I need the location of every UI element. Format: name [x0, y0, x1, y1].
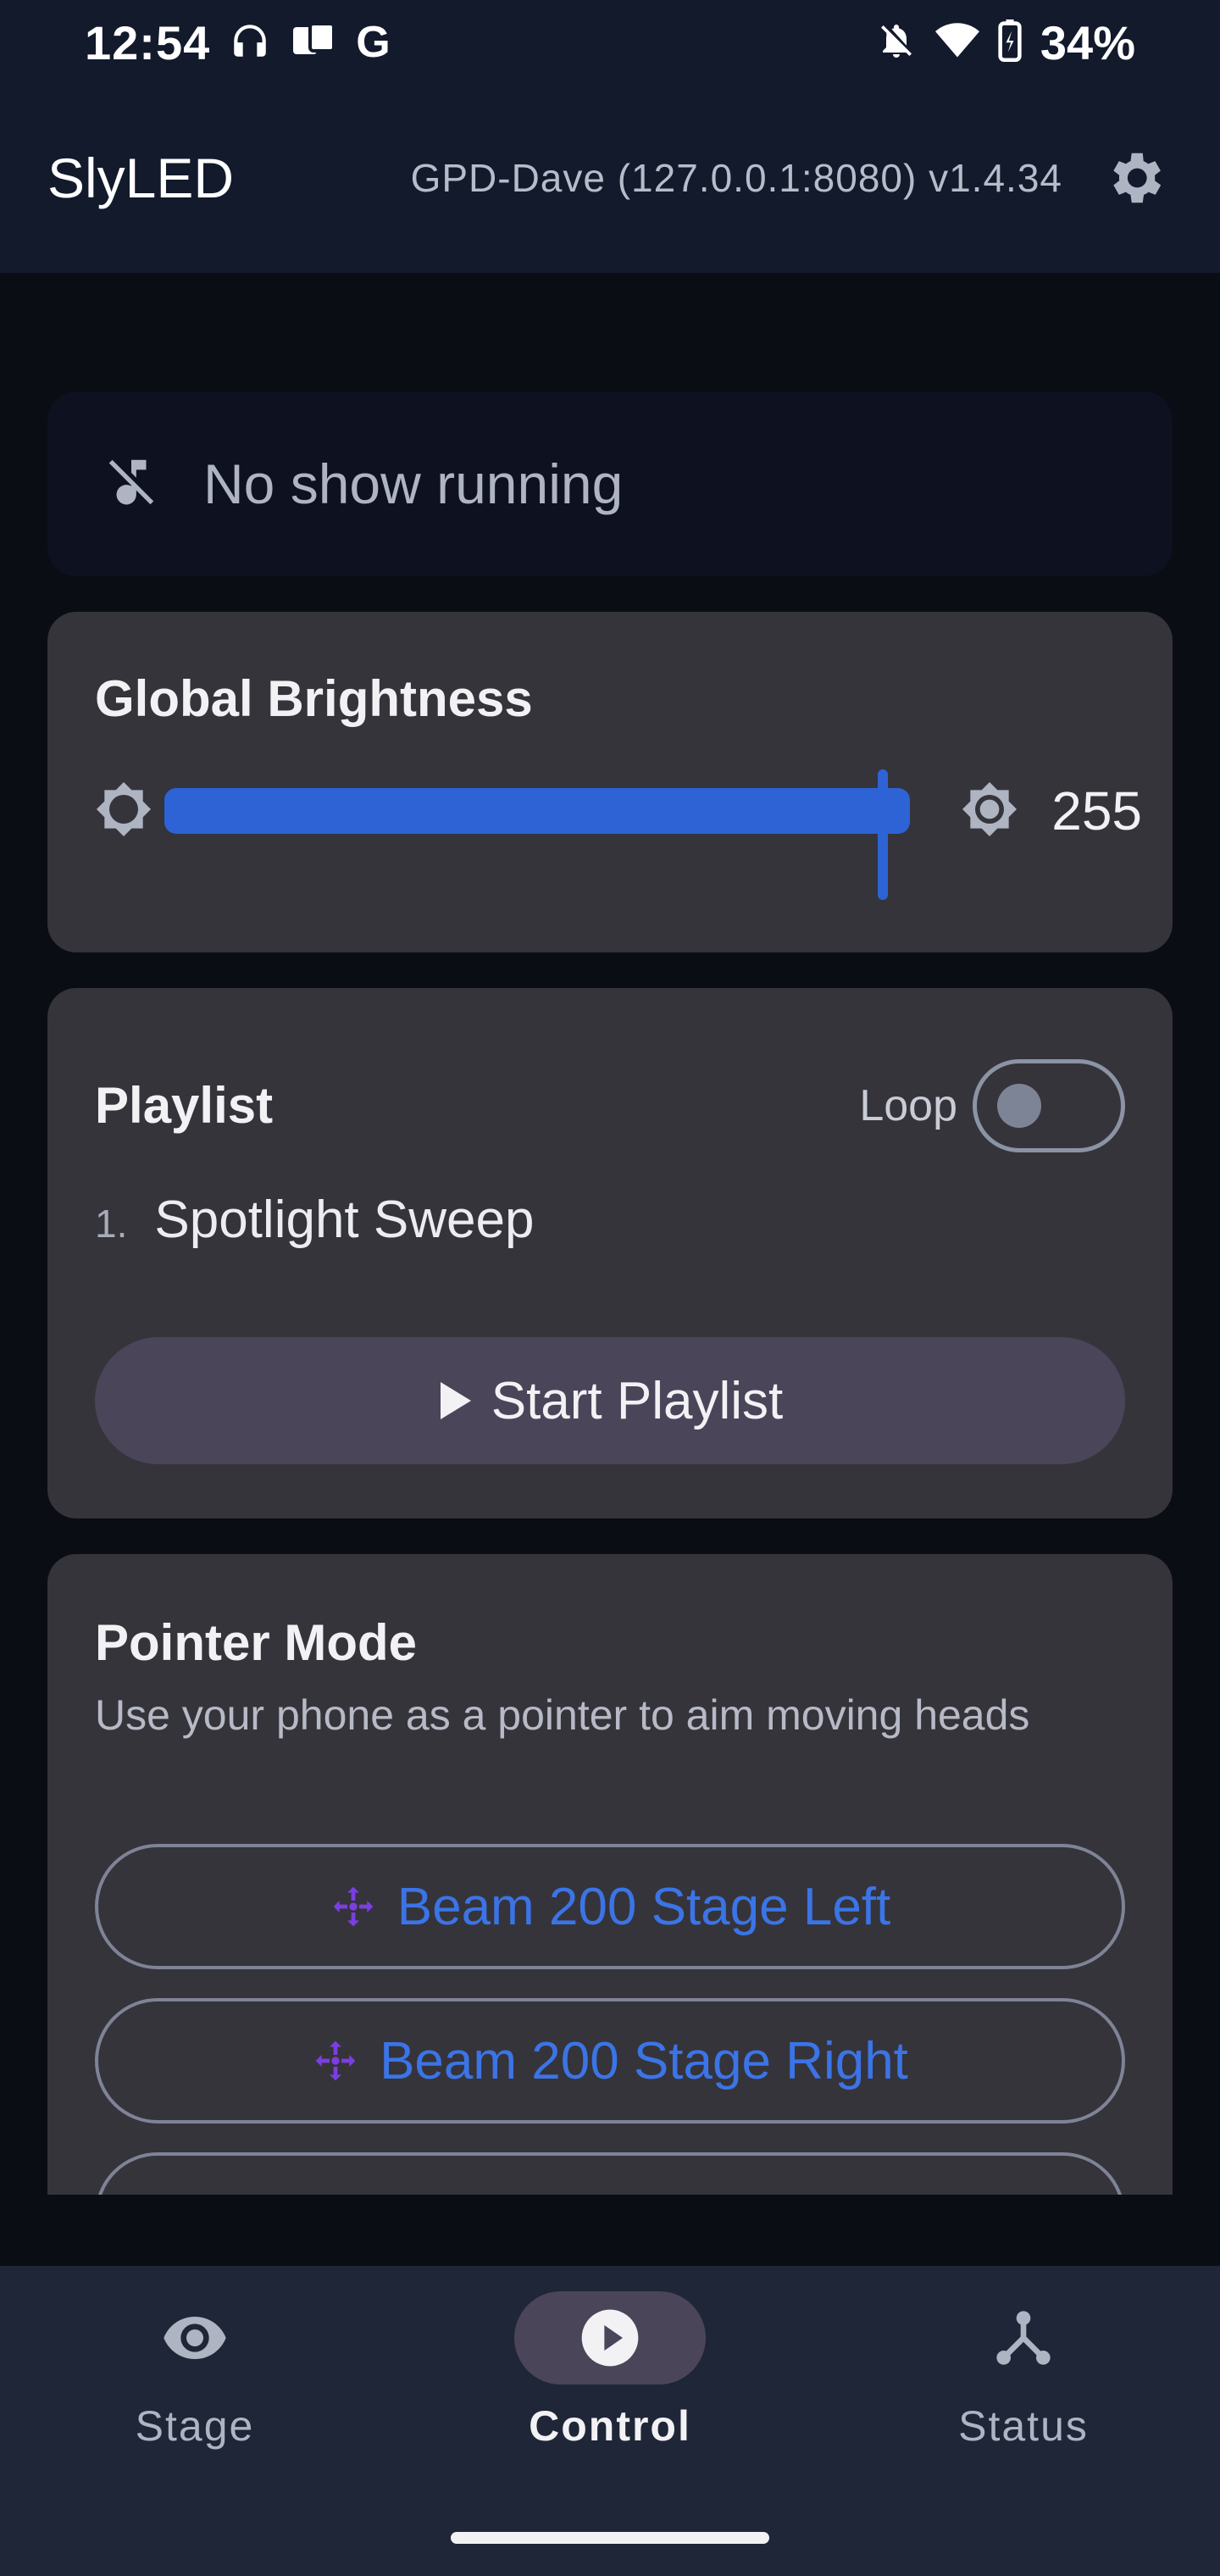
status-time: 12:54 — [85, 15, 211, 69]
playlist-item-number: 1. — [95, 1202, 128, 1246]
headphones-icon — [229, 19, 271, 66]
battery-icon — [998, 19, 1022, 66]
brightness-slider-thumb[interactable] — [878, 769, 888, 900]
server-info: GPD-Dave (127.0.0.1:8080) v1.4.34 — [410, 156, 1062, 200]
nav-stage-pill — [99, 2291, 291, 2384]
nav-tab-stage[interactable]: Stage — [68, 2291, 322, 2478]
brightness-card: Global Brightness 255 — [47, 612, 1173, 952]
app-title: SlyLED — [47, 147, 235, 209]
play-circle-icon — [581, 2309, 639, 2367]
status-right: 34% — [876, 15, 1135, 70]
loop-label: Loop — [859, 1081, 957, 1130]
nav-status-pill — [928, 2291, 1119, 2384]
pointer-fixture-label: Beam 200 Stage Left — [396, 1877, 891, 1936]
app-bar: SlyLED GPD-Dave (127.0.0.1:8080) v1.4.34 — [0, 136, 1220, 220]
brightness-slider-row: 255 — [95, 773, 1142, 849]
pointer-fixture-button[interactable]: Beam 200 Stage Left — [95, 1844, 1125, 1969]
pointer-fixture-label: Beam 200 Stage Right — [380, 2031, 908, 2090]
music-off-icon — [102, 452, 161, 516]
pointer-mode-title: Pointer Mode — [95, 1614, 418, 1671]
show-status-label: No show running — [203, 452, 624, 515]
loop-control: Loop — [859, 1059, 1125, 1152]
playlist-card: Playlist Loop 1. Spotlight Sweep Start P… — [47, 988, 1173, 1518]
brightness-title: Global Brightness — [95, 670, 533, 727]
settings-button[interactable] — [1096, 140, 1173, 216]
carrier-g-icon: G — [356, 18, 391, 67]
move-arrows-icon — [333, 1886, 374, 1927]
loop-toggle[interactable] — [973, 1059, 1125, 1152]
nav-control-pill — [514, 2291, 706, 2384]
pointer-fixture-button[interactable]: Beam 200 Stage Right — [95, 1998, 1125, 2124]
device-cards-icon — [290, 19, 337, 66]
brightness-value: 255 — [1051, 780, 1142, 841]
status-bar: 12:54 G 34% — [0, 0, 1220, 85]
pointer-fixture-label: SlyRAD Center Wash — [392, 2185, 896, 2196]
show-status-banner: No show running — [47, 391, 1173, 576]
wifi-icon — [934, 20, 979, 65]
nav-control-label: Control — [529, 2402, 691, 2450]
playlist-title: Playlist — [95, 1077, 274, 1134]
nav-stage-label: Stage — [135, 2402, 255, 2450]
playlist-item-name: Spotlight Sweep — [154, 1191, 535, 1249]
start-playlist-button[interactable]: Start Playlist — [95, 1337, 1125, 1464]
eye-icon — [164, 2317, 226, 2359]
network-hub-icon — [996, 2311, 1051, 2365]
pointer-mode-description: Use your phone as a pointer to aim movin… — [95, 1691, 1030, 1739]
pointer-fixture-button[interactable]: SlyRAD Center Wash — [95, 2152, 1125, 2195]
brightness-slider-track[interactable] — [164, 788, 910, 834]
move-arrows-icon — [315, 2040, 356, 2081]
gear-icon — [1113, 153, 1162, 203]
bottom-navigation: Stage Control Status — [0, 2266, 1220, 2576]
move-arrows-icon — [324, 2191, 372, 2195]
home-indicator[interactable] — [451, 2532, 769, 2544]
playlist-item[interactable]: 1. Spotlight Sweep — [95, 1190, 534, 1257]
play-icon — [440, 1382, 471, 1419]
nav-status-label: Status — [958, 2402, 1089, 2450]
nav-tab-control[interactable]: Control — [483, 2291, 737, 2478]
brightness-low-icon — [95, 780, 152, 842]
status-left: 12:54 G — [85, 15, 391, 70]
loop-toggle-knob — [997, 1084, 1041, 1128]
battery-percent: 34% — [1040, 15, 1135, 69]
pointer-mode-card: Pointer Mode Use your phone as a pointer… — [47, 1554, 1173, 2195]
brightness-high-icon — [961, 780, 1018, 842]
start-playlist-label: Start Playlist — [491, 1371, 784, 1430]
nav-tab-status[interactable]: Status — [896, 2291, 1151, 2478]
notifications-off-icon — [876, 20, 917, 65]
